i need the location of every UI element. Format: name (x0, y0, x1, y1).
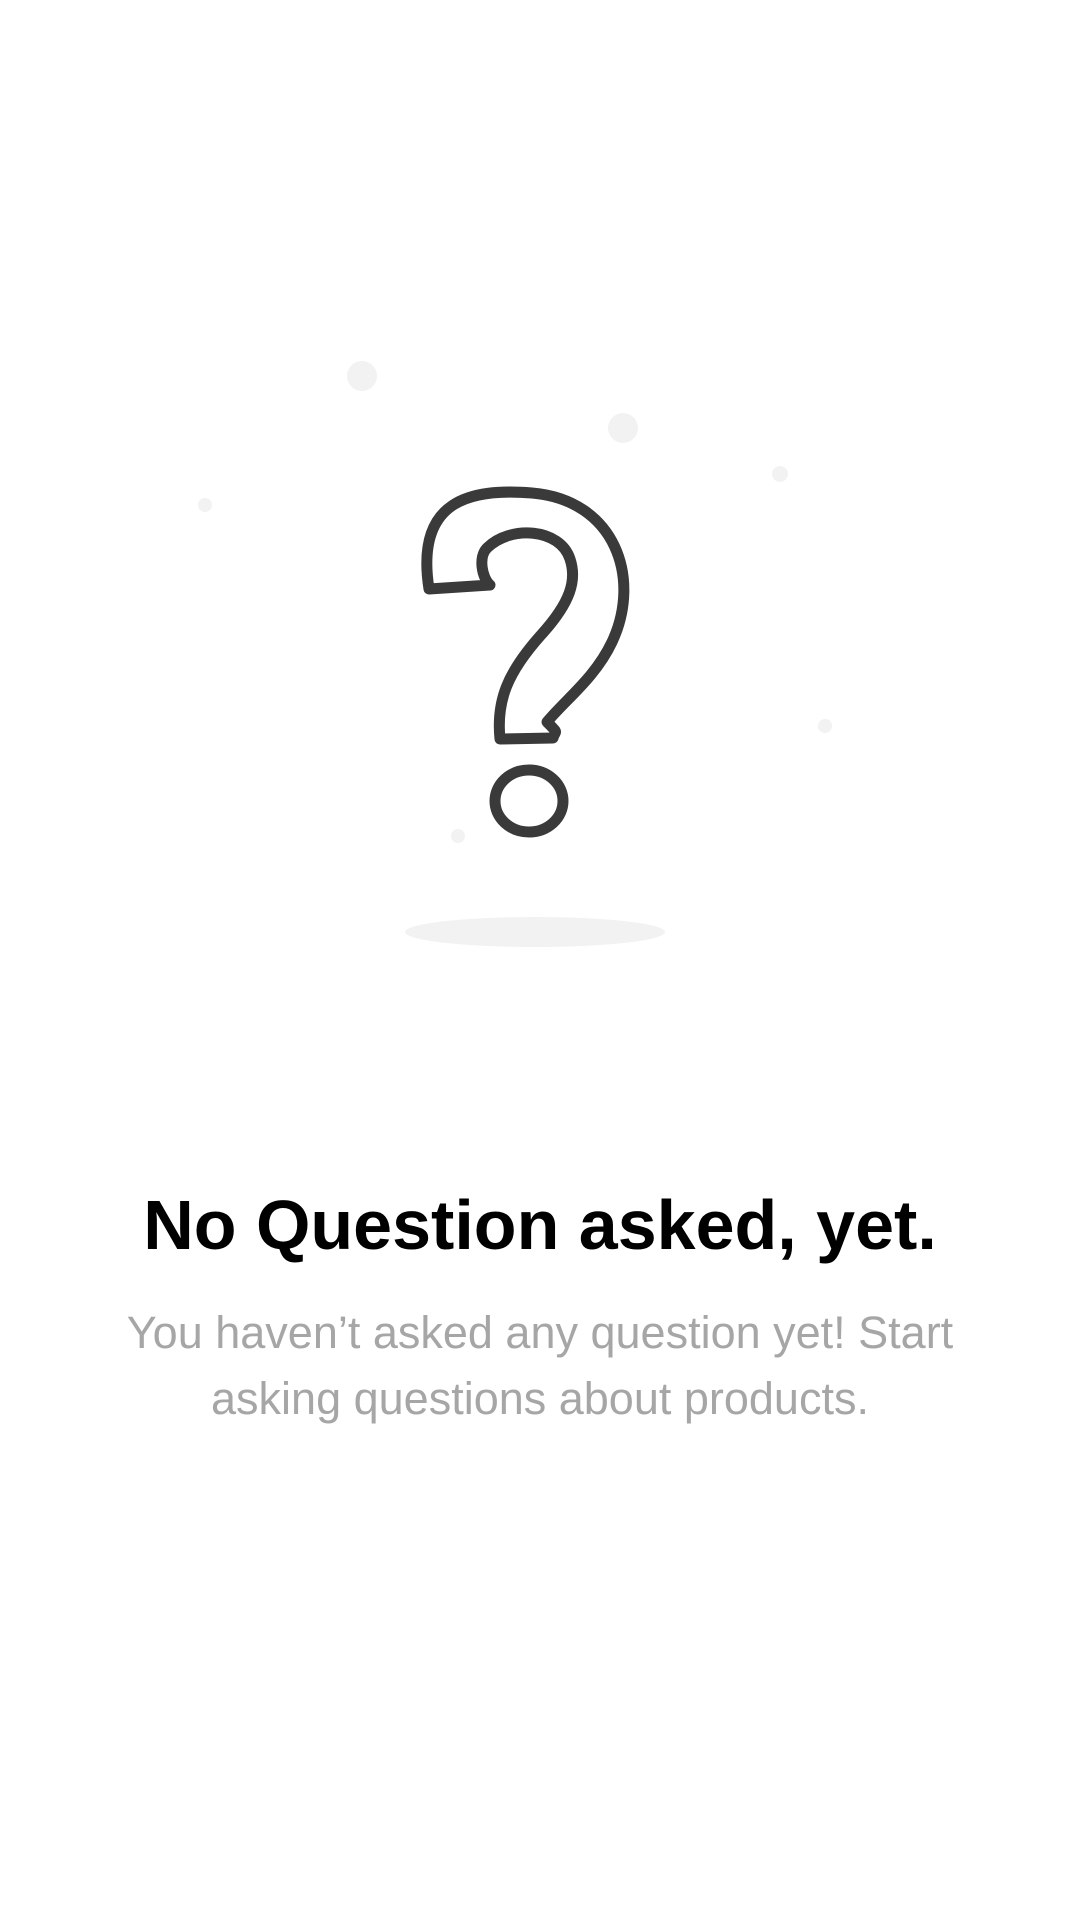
decorative-dot (608, 413, 638, 443)
empty-state-description: You haven’t asked any question yet! Star… (126, 1307, 954, 1424)
decorative-dot (818, 719, 832, 733)
empty-state-title: No Question asked, yet. (143, 1186, 937, 1264)
decorative-dot (451, 829, 465, 843)
icon-shadow (405, 917, 665, 947)
decorative-dot (347, 361, 377, 391)
empty-state-screen: No Question asked, yet. You haven’t aske… (0, 0, 1080, 1920)
decorative-dot (198, 498, 212, 512)
empty-state-illustration (198, 361, 832, 947)
question-mark-icon (421, 486, 630, 838)
decorative-dot (772, 466, 788, 482)
